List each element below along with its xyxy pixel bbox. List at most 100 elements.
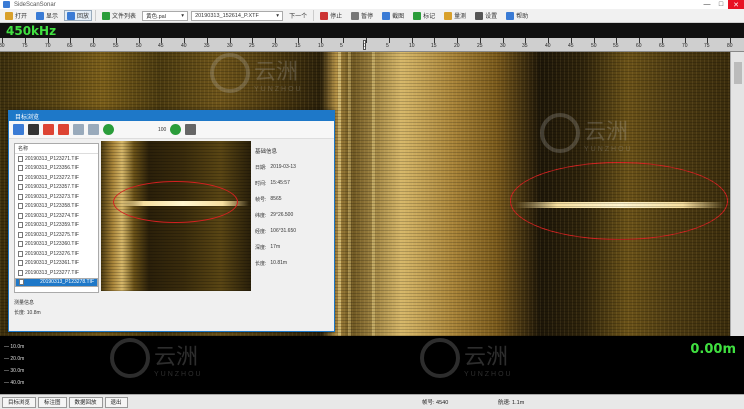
target-preview-image[interactable] [101, 141, 251, 291]
ruler-tick-label: 45 [158, 43, 164, 49]
file-select[interactable]: 20190313_152614_P.XTF ▾ [191, 10, 284, 21]
file-list-item[interactable]: 20190313_P123272.TIF [15, 173, 98, 183]
target-properties: 基础信息 日期: 2019-03-13 时间: 15:45:57 帧号: 8565 纬度: 2… [255, 143, 333, 283]
image-file-icon [18, 241, 23, 248]
ruler-tick-label: 65 [67, 43, 73, 49]
file-list-item[interactable]: 20190313_P123357.TIF [15, 183, 98, 193]
toolbar-divider [95, 10, 97, 21]
file-list-item[interactable]: 20190313_P123277.TIF [15, 268, 98, 278]
delete-all-icon[interactable] [58, 124, 69, 135]
watermark: 云洲 YUNZHOU [110, 338, 203, 378]
property-key: 帧号: [255, 196, 267, 203]
copy-icon[interactable] [73, 124, 84, 135]
ruler-tick-label: 75 [22, 43, 28, 49]
settings-button[interactable]: 设置 [472, 10, 500, 21]
mark-button[interactable]: 标记 [410, 10, 438, 21]
file-list-item[interactable]: 20190313_P123274.TIF [15, 211, 98, 221]
data-playback-button[interactable]: 数据回放 [68, 396, 103, 408]
depth-scale-row: — 10.0m [4, 344, 25, 350]
file-list-item[interactable]: 20190313_P123358.TIF [15, 202, 98, 212]
delete-icon[interactable] [43, 124, 54, 135]
maximize-button[interactable]: □ [714, 0, 728, 9]
chevron-down-icon: ▾ [276, 12, 280, 19]
annotated-image-button[interactable]: 标注图 [38, 396, 67, 408]
file-list-item[interactable]: 20190313_P123360.TIF [15, 240, 98, 250]
measure-button[interactable]: 量测 [441, 10, 469, 21]
ruler-tick-label: 0 [363, 43, 366, 49]
property-value: 15:45:57 [270, 180, 290, 186]
property-key: 经度: [255, 228, 267, 235]
playback-button[interactable]: 回放 [64, 10, 93, 21]
ruler-tick-label: 55 [113, 43, 119, 49]
file-list-item[interactable]: 20190313_P123271.TIF [15, 154, 98, 164]
zoom-icon[interactable] [103, 124, 114, 135]
image-file-icon [18, 155, 23, 162]
ruler-tick-label: 10 [409, 43, 415, 49]
dialog-toolbar: 100 [9, 121, 334, 139]
file-list-item[interactable]: 20190313_P123276.TIF [15, 249, 98, 259]
ruler-tick-label: 55 [613, 43, 619, 49]
ruler-tick-label: 45 [568, 43, 574, 49]
close-button[interactable]: ✕ [728, 0, 744, 9]
list-icon [102, 11, 111, 20]
display-button[interactable]: 显示 [33, 10, 61, 21]
vertical-scrollbar[interactable] [730, 52, 744, 336]
property-row: 时间: 15:45:57 [255, 175, 333, 191]
ruler-tick-label: 40 [181, 43, 187, 49]
pause-icon [351, 11, 360, 20]
ruler-tick-label: 5 [340, 43, 343, 49]
property-row: 日期: 2019-03-13 [255, 159, 333, 175]
file-list-item[interactable]: 20190313_P123356.TIF [15, 164, 98, 174]
properties-header: 基础信息 [255, 149, 278, 155]
depth-panel: — 10.0m — 20.0m — 30.0m — 40.0m 0.00m 云洲… [0, 336, 744, 394]
file-list-item[interactable]: 20190313_P123278.TIF [15, 277, 98, 287]
ruler-tick-label: 25 [477, 43, 483, 49]
help-button[interactable]: 帮助 [503, 10, 531, 21]
image-file-icon [18, 184, 23, 191]
target-file-list[interactable]: 名称 20190313_P123271.TIF 20190313_P123356.… [14, 143, 99, 293]
nadir-line [348, 52, 351, 336]
file-list-item[interactable]: 20190313_P123275.TIF [15, 230, 98, 240]
pause-button[interactable]: 暂停 [348, 10, 376, 21]
camera-icon [382, 11, 391, 20]
ruler-tick-label: 35 [522, 43, 528, 49]
nadir-line [338, 52, 341, 336]
save-icon[interactable] [28, 124, 39, 135]
palette-select[interactable]: 黄色.pal ▾ [142, 10, 189, 21]
file-list-button[interactable]: 文件列表 [99, 10, 139, 21]
app-icon [3, 1, 10, 8]
open-folder-icon[interactable] [13, 124, 24, 135]
image-file-icon [18, 260, 23, 267]
next-button[interactable]: 下一个 [286, 10, 310, 21]
open-button[interactable]: 打开 [2, 10, 30, 21]
property-value: 8565 [270, 196, 282, 202]
ruler-tick-label: 20 [454, 43, 460, 49]
image-file-icon [18, 250, 23, 257]
screenshot-button[interactable]: 截图 [379, 10, 407, 21]
help-icon [506, 11, 515, 20]
minimize-button[interactable]: — [700, 0, 714, 9]
image-file-icon [19, 279, 24, 286]
file-list-item[interactable]: 20190313_P123273.TIF [15, 192, 98, 202]
image-icon[interactable] [185, 124, 197, 135]
file-list-item[interactable]: 20190313_P123359.TIF [15, 221, 98, 231]
target-browse-button[interactable]: 目标浏览 [2, 396, 37, 408]
exit-button[interactable]: 退出 [104, 396, 128, 408]
stop-button[interactable]: 停止 [317, 10, 345, 21]
title-bar: SideScanSonar — □ ✕ [0, 0, 744, 9]
ruler-tick-label: 80 [0, 43, 5, 49]
zoom-in-icon[interactable] [170, 124, 182, 135]
preview-target-ellipse [113, 181, 238, 223]
ruler-tick-label: 60 [90, 43, 96, 49]
ruler-tick-label: 20 [272, 43, 278, 49]
image-file-icon [18, 222, 23, 229]
property-row: 帧号: 8565 [255, 191, 333, 207]
ruler-tick-label: 15 [295, 43, 301, 49]
watermark: 云洲 YUNZHOU [420, 338, 513, 378]
file-list-item[interactable]: 20190313_P123361.TIF [15, 259, 98, 269]
scrollbar-thumb[interactable] [734, 62, 742, 84]
paste-icon[interactable] [88, 124, 99, 135]
toolbar-divider [313, 10, 315, 21]
depth-scale-row: — 40.0m [4, 380, 25, 386]
nadir-line [372, 52, 375, 336]
